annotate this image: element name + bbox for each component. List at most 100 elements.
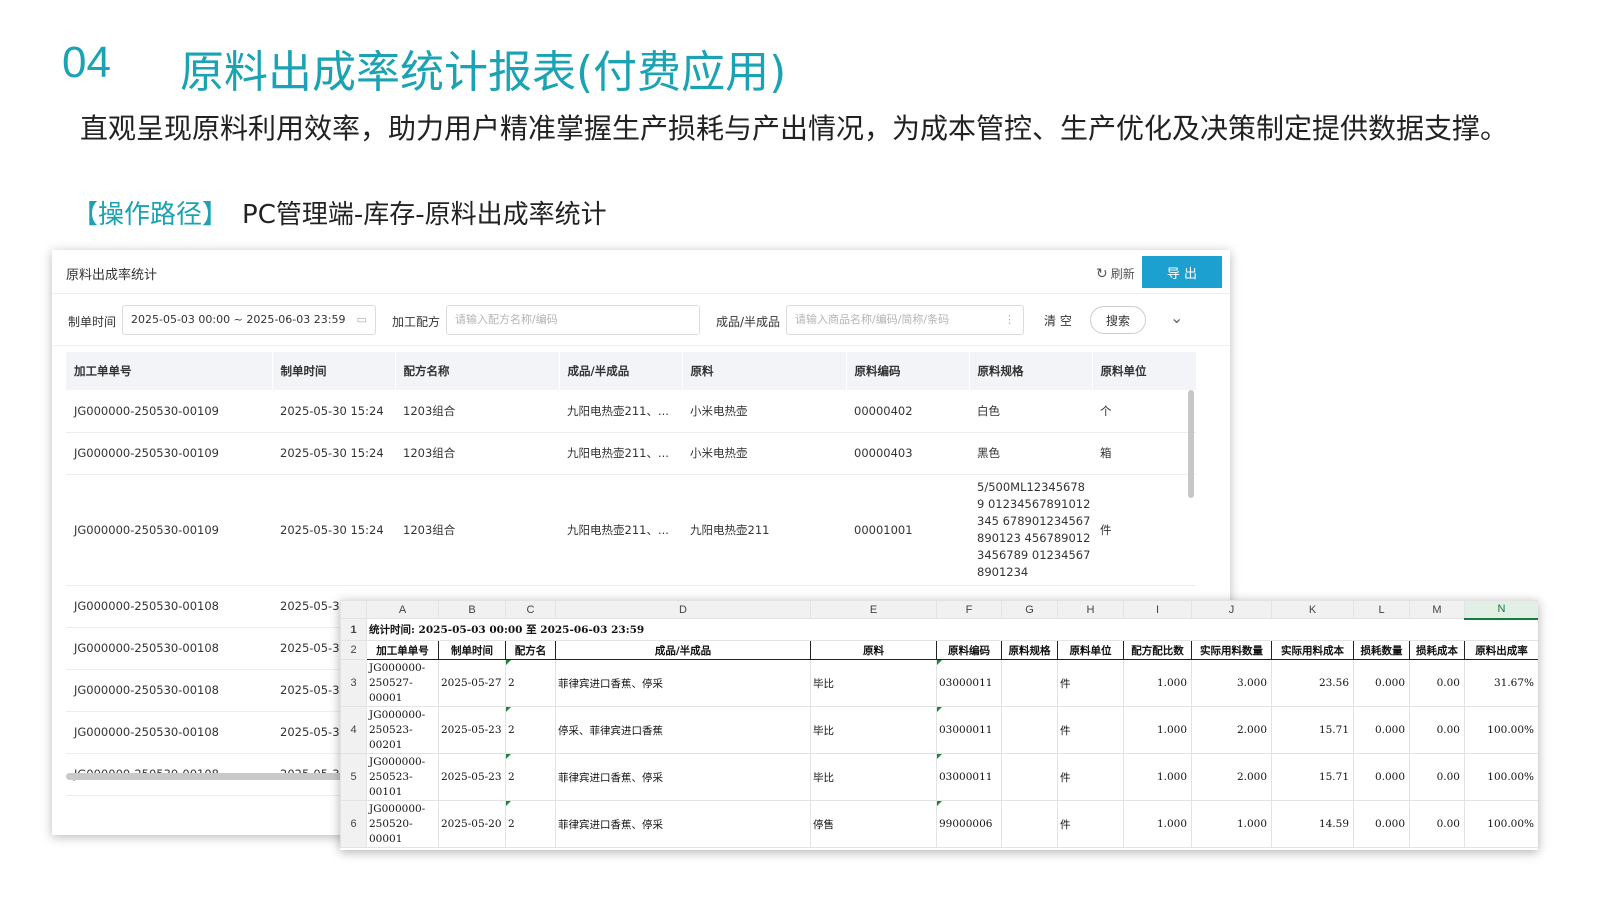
spreadsheet-cell[interactable]: JG000000- 250527- 00001 <box>366 659 439 707</box>
spreadsheet-cell[interactable]: 停售 <box>810 800 937 848</box>
spreadsheet-cell[interactable]: 毕比 <box>810 753 937 801</box>
spreadsheet-cell[interactable]: 31.67% <box>1464 659 1538 707</box>
spreadsheet-cell[interactable]: 0.000 <box>1353 706 1410 754</box>
spreadsheet-cell[interactable]: 1.000 <box>1123 706 1192 754</box>
column-header[interactable]: M <box>1409 600 1465 619</box>
spreadsheet-cell[interactable]: 停采、菲律宾进口香蕉 <box>555 706 811 754</box>
spreadsheet-cell[interactable]: 0.00 <box>1409 659 1465 707</box>
export-button[interactable]: 导 出 <box>1142 256 1222 288</box>
table-row[interactable]: JG000000-250530-00109 2025-05-30 15:24 120… <box>66 474 1196 586</box>
spreadsheet-cell[interactable]: 1.000 <box>1191 800 1272 848</box>
spreadsheet-cell[interactable]: 3.000 <box>1191 659 1272 707</box>
spreadsheet-cell[interactable]: 2025-05-27 <box>438 659 506 707</box>
header-cell[interactable]: 配方名 <box>505 640 556 660</box>
spreadsheet-cell[interactable]: 15.71 <box>1271 706 1354 754</box>
spreadsheet-cell[interactable]: 毕比 <box>810 659 937 707</box>
spreadsheet-cell[interactable]: 毕比 <box>810 706 937 754</box>
table-row[interactable]: JG000000-250530-00109 2025-05-30 15:24 120… <box>66 390 1196 433</box>
spreadsheet-cell[interactable] <box>1001 659 1058 707</box>
column-header[interactable]: F <box>936 600 1002 619</box>
spreadsheet-cell[interactable]: 0.000 <box>1353 800 1410 848</box>
stat-time-cell[interactable]: 统计时间: 2025-05-03 00:00 至 2025-06-03 23:5… <box>366 618 1538 641</box>
spreadsheet-cell[interactable]: 件 <box>1057 659 1124 707</box>
spreadsheet-cell[interactable]: JG000000- 250520- 00001 <box>366 800 439 848</box>
header-cell[interactable]: 损耗数量 <box>1353 640 1410 660</box>
spreadsheet-cell[interactable]: 100.00% <box>1464 706 1538 754</box>
column-header[interactable]: L <box>1353 600 1410 619</box>
spreadsheet-cell[interactable]: 2 <box>505 800 556 848</box>
spreadsheet-cell[interactable]: 0.00 <box>1409 800 1465 848</box>
date-range-input[interactable]: 2025-05-03 00:00 ~ 2025-06-03 23:59 ▭ <box>122 305 376 335</box>
spreadsheet-cell[interactable]: JG000000- 250523- 00201 <box>366 706 439 754</box>
column-header[interactable]: B <box>438 600 506 619</box>
spreadsheet-cell[interactable]: 菲律宾进口香蕉、停采 <box>555 800 811 848</box>
spreadsheet-cell[interactable]: 2025-05-23 <box>438 706 506 754</box>
column-header[interactable]: H <box>1057 600 1124 619</box>
header-cell[interactable]: 原料编码 <box>936 640 1002 660</box>
column-header[interactable]: J <box>1191 600 1272 619</box>
spreadsheet-cell[interactable] <box>1001 753 1058 801</box>
spreadsheet-cell[interactable]: 0.000 <box>1353 659 1410 707</box>
refresh-button[interactable]: ↻ 刷新 <box>1096 265 1135 282</box>
header-cell[interactable]: 损耗成本 <box>1409 640 1465 660</box>
header-cell[interactable]: 原料 <box>810 640 937 660</box>
search-button[interactable]: 搜索 <box>1090 306 1146 334</box>
spreadsheet-cell[interactable]: 1.000 <box>1123 753 1192 801</box>
spreadsheet-cell[interactable]: 2.000 <box>1191 753 1272 801</box>
header-cell[interactable]: 原料规格 <box>1001 640 1058 660</box>
row-number[interactable]: 5 <box>340 753 367 801</box>
row-number[interactable]: 1 <box>340 618 367 641</box>
column-header[interactable]: A <box>366 600 439 619</box>
spreadsheet-cell[interactable]: 1.000 <box>1123 800 1192 848</box>
header-cell[interactable]: 配方配比数 <box>1123 640 1192 660</box>
row-number[interactable]: 3 <box>340 659 367 707</box>
spreadsheet-cell[interactable]: 1.000 <box>1123 659 1192 707</box>
spreadsheet-cell[interactable]: 2025-05-23 <box>438 753 506 801</box>
recipe-search-input[interactable]: 请输入配方名称/编码 <box>446 305 700 335</box>
select-all-corner[interactable] <box>340 600 367 619</box>
column-header[interactable]: E <box>810 600 937 619</box>
spreadsheet-cell[interactable]: 2 <box>505 706 556 754</box>
header-cell[interactable]: 实际用料数量 <box>1191 640 1272 660</box>
header-cell[interactable]: 实际用料成本 <box>1271 640 1354 660</box>
spreadsheet-cell[interactable] <box>1001 800 1058 848</box>
spreadsheet-cell[interactable]: JG000000- 250523- 00101 <box>366 753 439 801</box>
spreadsheet-cell[interactable]: 14.59 <box>1271 800 1354 848</box>
row-number[interactable]: 6 <box>340 800 367 848</box>
spreadsheet-cell[interactable]: 2025-05-20 <box>438 800 506 848</box>
header-cell[interactable]: 制单时间 <box>438 640 506 660</box>
product-search-input[interactable]: 请输入商品名称/编码/简称/条码 ⋮ <box>786 305 1024 335</box>
spreadsheet-cell[interactable]: 100.00% <box>1464 753 1538 801</box>
row-number[interactable]: 2 <box>340 640 367 660</box>
expand-filters-icon[interactable]: ⌄ <box>1170 308 1183 327</box>
spreadsheet-cell[interactable] <box>1001 706 1058 754</box>
spreadsheet-cell[interactable]: 件 <box>1057 753 1124 801</box>
column-header[interactable]: C <box>505 600 556 619</box>
spreadsheet-cell[interactable]: 件 <box>1057 706 1124 754</box>
column-header[interactable]: N <box>1464 600 1538 620</box>
table-row[interactable]: JG000000-250530-00109 2025-05-30 15:24 120… <box>66 432 1196 475</box>
spreadsheet-cell[interactable]: 0.000 <box>1353 753 1410 801</box>
spreadsheet-cell[interactable]: 2 <box>505 753 556 801</box>
spreadsheet-cell[interactable]: 菲律宾进口香蕉、停采 <box>555 659 811 707</box>
spreadsheet-cell[interactable]: 2 <box>505 659 556 707</box>
spreadsheet-cell[interactable]: 03000011 <box>936 706 1002 754</box>
spreadsheet-cell[interactable]: 03000011 <box>936 753 1002 801</box>
header-cell[interactable]: 原料出成率 <box>1464 640 1538 660</box>
header-cell[interactable]: 加工单单号 <box>366 640 439 660</box>
spreadsheet-cell[interactable]: 0.00 <box>1409 706 1465 754</box>
column-header[interactable]: I <box>1123 600 1192 619</box>
spreadsheet-cell[interactable]: 99000006 <box>936 800 1002 848</box>
spreadsheet-cell[interactable]: 菲律宾进口香蕉、停采 <box>555 753 811 801</box>
vertical-scrollbar[interactable] <box>1188 390 1194 498</box>
more-options-icon[interactable]: ⋮ <box>1004 306 1015 334</box>
spreadsheet-cell[interactable]: 23.56 <box>1271 659 1354 707</box>
spreadsheet-cell[interactable]: 03000011 <box>936 659 1002 707</box>
header-cell[interactable]: 原料单位 <box>1057 640 1124 660</box>
header-cell[interactable]: 成品/半成品 <box>555 640 811 660</box>
spreadsheet-cell[interactable]: 2.000 <box>1191 706 1272 754</box>
spreadsheet-cell[interactable]: 件 <box>1057 800 1124 848</box>
column-header[interactable]: G <box>1001 600 1058 619</box>
column-header[interactable]: K <box>1271 600 1354 619</box>
spreadsheet-cell[interactable]: 100.00% <box>1464 800 1538 848</box>
